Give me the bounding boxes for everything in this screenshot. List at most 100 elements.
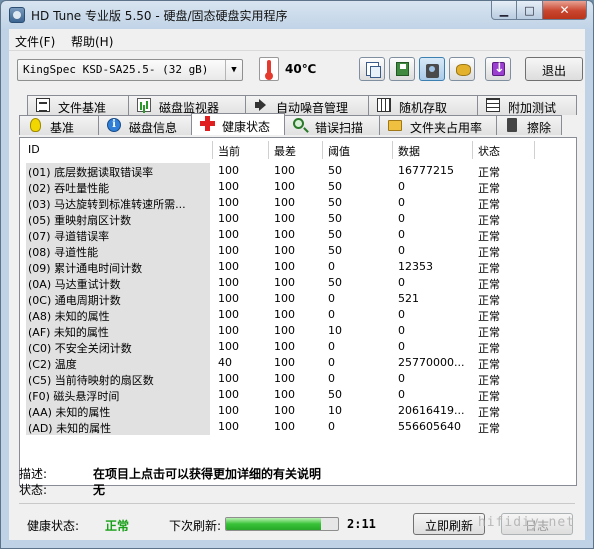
status-cell: 正常 — [478, 374, 500, 387]
table-row[interactable]: (F0) 磁头悬浮时间 100 100 50 0 正常 — [26, 387, 572, 403]
grid-icon — [377, 98, 391, 112]
worst-value-cell: 100 — [274, 212, 295, 225]
raw-data-cell: 0 — [398, 228, 405, 241]
table-row[interactable]: (09) 累计通电时间计数 100 100 0 12353 正常 — [26, 259, 572, 275]
attribute-name-cell: (07) 寻道错误率 — [28, 230, 110, 243]
table-row[interactable]: (C2) 温度 40 100 0 25770000... 正常 — [26, 355, 572, 371]
screenshot-button[interactable] — [419, 57, 445, 81]
current-value-cell: 100 — [218, 276, 239, 289]
current-value-cell: 100 — [218, 388, 239, 401]
worst-value-cell: 100 — [274, 180, 295, 193]
window-title: HD Tune 专业版 5.50 - 硬盘/固态硬盘实用程序 — [31, 9, 288, 23]
threshold-cell: 0 — [328, 356, 335, 369]
menu-help[interactable]: 帮助(H) — [71, 33, 113, 50]
worst-value-cell: 100 — [274, 260, 295, 273]
column-divider[interactable] — [268, 141, 269, 159]
tab-benchmark[interactable]: 基准 — [19, 115, 99, 135]
column-header-current[interactable]: 当前 — [218, 143, 240, 159]
column-header-worst[interactable]: 最差 — [274, 143, 296, 159]
column-divider[interactable] — [322, 141, 323, 159]
camera-icon — [426, 64, 439, 78]
copy-icon — [366, 62, 381, 78]
tab-label: 错误扫描 — [315, 121, 364, 135]
tab-disk-info[interactable]: i 磁盘信息 — [98, 115, 192, 135]
table-row[interactable]: (A8) 未知的属性 100 100 0 0 正常 — [26, 307, 572, 323]
app-icon — [9, 7, 25, 23]
table-row[interactable]: (C0) 不安全关闭计数 100 100 0 0 正常 — [26, 339, 572, 355]
tab-random-access[interactable]: 随机存取 — [368, 95, 478, 115]
close-button[interactable]: ✕ — [543, 1, 587, 20]
column-header-data[interactable]: 数据 — [398, 143, 420, 159]
current-value-cell: 100 — [218, 164, 239, 177]
raw-data-cell: 0 — [398, 196, 405, 209]
current-value-cell: 100 — [218, 260, 239, 273]
tab-label: 健康状态 — [222, 120, 271, 134]
threshold-cell: 50 — [328, 244, 342, 257]
current-value-cell: 100 — [218, 196, 239, 209]
caption-buttons: ▁ □ ✕ — [491, 1, 587, 21]
table-row[interactable]: (0A) 马达重试计数 100 100 50 0 正常 — [26, 275, 572, 291]
table-row[interactable]: (C5) 当前待映射的扇区数 100 100 0 0 正常 — [26, 371, 572, 387]
tab-health[interactable]: 健康状态 — [191, 113, 285, 135]
status-cell: 正常 — [478, 310, 500, 323]
threshold-cell: 0 — [328, 292, 335, 305]
trash-icon — [507, 118, 517, 132]
column-divider[interactable] — [212, 141, 213, 159]
current-value-cell: 100 — [218, 308, 239, 321]
status-cell: 正常 — [478, 182, 500, 195]
column-divider[interactable] — [534, 141, 535, 159]
threshold-cell: 0 — [328, 420, 335, 433]
tab-disk-monitor[interactable]: 磁盘监视器 — [128, 95, 246, 115]
tab-error-scan[interactable]: 错误扫描 — [284, 115, 380, 135]
state-label: 状态: — [19, 483, 48, 497]
refresh-now-button[interactable]: 立即刷新 — [413, 513, 485, 535]
attribute-name-cell: (C2) 温度 — [28, 358, 77, 371]
tab-acoustic-management[interactable]: 自动噪音管理 — [245, 95, 369, 115]
column-header-threshold[interactable]: 阈值 — [328, 143, 350, 159]
health-status-value: 正常 — [105, 519, 130, 533]
table-row[interactable]: (05) 重映射扇区计数 100 100 50 0 正常 — [26, 211, 572, 227]
description-line: 描述: 在项目上点击可以获得更加详细的有关说明 — [19, 465, 321, 482]
tab-file-benchmark[interactable]: 文件基准 — [27, 95, 129, 115]
raw-data-cell: 20616419... — [398, 404, 465, 417]
table-row[interactable]: (AF) 未知的属性 100 100 10 0 正常 — [26, 323, 572, 339]
column-header-status[interactable]: 状态 — [478, 143, 500, 159]
exit-button[interactable]: 退出 — [525, 57, 583, 81]
tab-erase[interactable]: 擦除 — [496, 115, 562, 135]
table-row[interactable]: (02) 吞吐量性能 100 100 50 0 正常 — [26, 179, 572, 195]
table-row[interactable]: (AD) 未知的属性 100 100 0 556605640 正常 — [26, 419, 572, 435]
options-button[interactable] — [449, 57, 475, 81]
copy-text-button[interactable] — [359, 57, 385, 81]
column-divider[interactable] — [392, 141, 393, 159]
maximize-button[interactable]: □ — [517, 1, 543, 20]
attribute-name-cell: (02) 吞吐量性能 — [28, 182, 110, 195]
column-header-id[interactable]: ID — [28, 143, 40, 156]
download-button[interactable] — [485, 57, 511, 81]
title-bar[interactable]: HD Tune 专业版 5.50 - 硬盘/固态硬盘实用程序 ▁ □ ✕ — [1, 1, 593, 29]
menu-file[interactable]: 文件(F) — [15, 33, 55, 50]
column-divider[interactable] — [472, 141, 473, 159]
attribute-name-cell: (0A) 马达重试计数 — [28, 278, 121, 291]
table-row[interactable]: (0C) 通电周期计数 100 100 0 521 正常 — [26, 291, 572, 307]
tab-extra-tests[interactable]: 附加测试 — [477, 95, 577, 115]
status-cell: 正常 — [478, 326, 500, 339]
threshold-cell: 50 — [328, 228, 342, 241]
tab-label: 文件夹占用率 — [410, 121, 483, 135]
tab-folder-usage[interactable]: 文件夹占用率 — [379, 115, 497, 135]
save-report-button[interactable] — [389, 57, 415, 81]
attribute-name-cell: (AA) 未知的属性 — [28, 406, 111, 419]
current-value-cell: 100 — [218, 372, 239, 385]
table-row[interactable]: (08) 寻道性能 100 100 50 0 正常 — [26, 243, 572, 259]
health-status-label: 健康状态: — [27, 519, 80, 533]
minimize-button[interactable]: ▁ — [491, 1, 517, 20]
table-row[interactable]: (01) 底层数据读取错误率 100 100 50 16777215 正常 — [26, 163, 572, 179]
table-row[interactable]: (07) 寻道错误率 100 100 50 0 正常 — [26, 227, 572, 243]
current-value-cell: 100 — [218, 244, 239, 257]
status-cell: 正常 — [478, 198, 500, 211]
drive-select[interactable]: KingSpec KSD-SA25.5- (32 gB) ▼ — [17, 59, 243, 81]
tab-row-1: 文件基准 磁盘监视器 自动噪音管理 随机存取 附加测试 — [27, 95, 577, 115]
attribute-name-cell: (08) 寻道性能 — [28, 246, 99, 259]
table-row[interactable]: (AA) 未知的属性 100 100 10 20616419... 正常 — [26, 403, 572, 419]
chevron-down-icon[interactable]: ▼ — [225, 60, 242, 80]
table-row[interactable]: (03) 马达旋转到标准转速所需... 100 100 50 0 正常 — [26, 195, 572, 211]
